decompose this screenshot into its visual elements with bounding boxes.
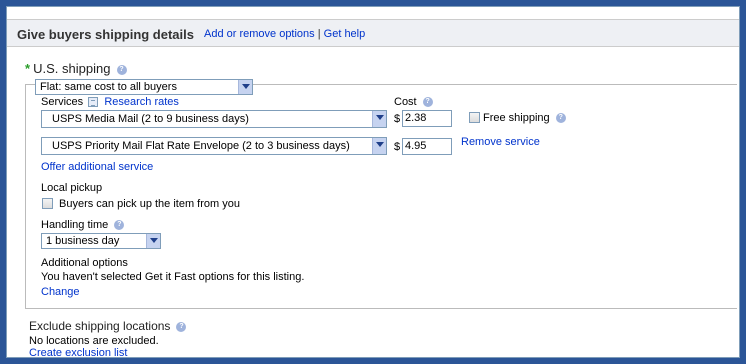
- help-icon[interactable]: ?: [176, 322, 187, 333]
- services-header: Services Research rates: [41, 96, 179, 108]
- shipping-panel: Give buyers shipping details Add or remo…: [6, 6, 740, 359]
- grid-icon[interactable]: [88, 97, 99, 108]
- currency-symbol: $: [394, 141, 401, 153]
- section-header: Give buyers shipping details Add or remo…: [7, 19, 739, 47]
- local-pickup-checkbox[interactable]: [42, 198, 53, 209]
- add-remove-options-link[interactable]: Add or remove options: [204, 28, 315, 40]
- change-link[interactable]: Change: [41, 286, 80, 298]
- help-icon[interactable]: ?: [114, 220, 125, 231]
- chevron-down-icon: [372, 111, 386, 127]
- handling-time-heading: Handling time ?: [41, 219, 125, 231]
- chevron-down-icon: [146, 234, 160, 248]
- additional-options-text: You haven't selected Get it Fast options…: [41, 271, 305, 283]
- free-shipping-checkbox[interactable]: [469, 112, 480, 123]
- cost-header: Cost ?: [394, 96, 433, 108]
- us-shipping-title: U.S. shipping: [33, 61, 111, 76]
- chevron-down-icon: [238, 80, 252, 94]
- offer-additional-service-link[interactable]: Offer additional service: [41, 161, 153, 173]
- local-pickup-label: Local pickup: [41, 182, 103, 194]
- us-shipping-heading: * U.S. shipping ?: [25, 61, 127, 76]
- help-icon[interactable]: ?: [422, 97, 433, 108]
- currency-symbol: $: [394, 113, 401, 125]
- link-separator: |: [317, 28, 321, 40]
- local-pickup-checkbox-label: Buyers can pick up the item from you: [59, 198, 240, 210]
- get-help-link[interactable]: Get help: [324, 28, 366, 40]
- chevron-down-icon: [372, 138, 386, 154]
- cost-label: Cost: [394, 96, 417, 108]
- handling-time-select[interactable]: 1 business day: [41, 233, 161, 249]
- help-icon[interactable]: ?: [555, 113, 566, 124]
- handling-time-label: Handling time: [41, 219, 109, 231]
- section-title: Give buyers shipping details: [17, 27, 194, 42]
- exclude-heading: Exclude shipping locations ?: [29, 319, 187, 333]
- additional-options-label: Additional options: [41, 257, 128, 269]
- header-links: Add or remove options | Get help: [204, 28, 365, 40]
- cost-input-2[interactable]: 4.95: [402, 138, 452, 155]
- service-select-1[interactable]: USPS Media Mail (2 to 9 business days): [41, 110, 387, 128]
- exclude-title: Exclude shipping locations: [29, 319, 171, 333]
- cost-input-1[interactable]: 2.38: [402, 110, 452, 127]
- research-rates-link[interactable]: Research rates: [104, 96, 179, 108]
- shipping-type-value: Flat: same cost to all buyers: [40, 81, 177, 93]
- service-name-2: USPS Priority Mail Flat Rate Envelope (2…: [52, 140, 350, 152]
- remove-service-link[interactable]: Remove service: [461, 136, 540, 148]
- shipping-type-select[interactable]: Flat: same cost to all buyers: [35, 79, 253, 95]
- services-label: Services: [41, 96, 84, 108]
- required-marker: *: [25, 61, 31, 76]
- service-name-1: USPS Media Mail (2 to 9 business days): [52, 113, 249, 125]
- exclude-status-text: No locations are excluded.: [29, 335, 159, 347]
- help-icon[interactable]: ?: [116, 65, 127, 76]
- free-shipping-label: Free shipping: [483, 112, 550, 124]
- handling-time-value: 1 business day: [46, 235, 120, 247]
- service-select-2[interactable]: USPS Priority Mail Flat Rate Envelope (2…: [41, 137, 387, 155]
- create-exclusion-list-link[interactable]: Create exclusion list: [29, 347, 127, 359]
- free-shipping-option: Free shipping ?: [483, 112, 566, 124]
